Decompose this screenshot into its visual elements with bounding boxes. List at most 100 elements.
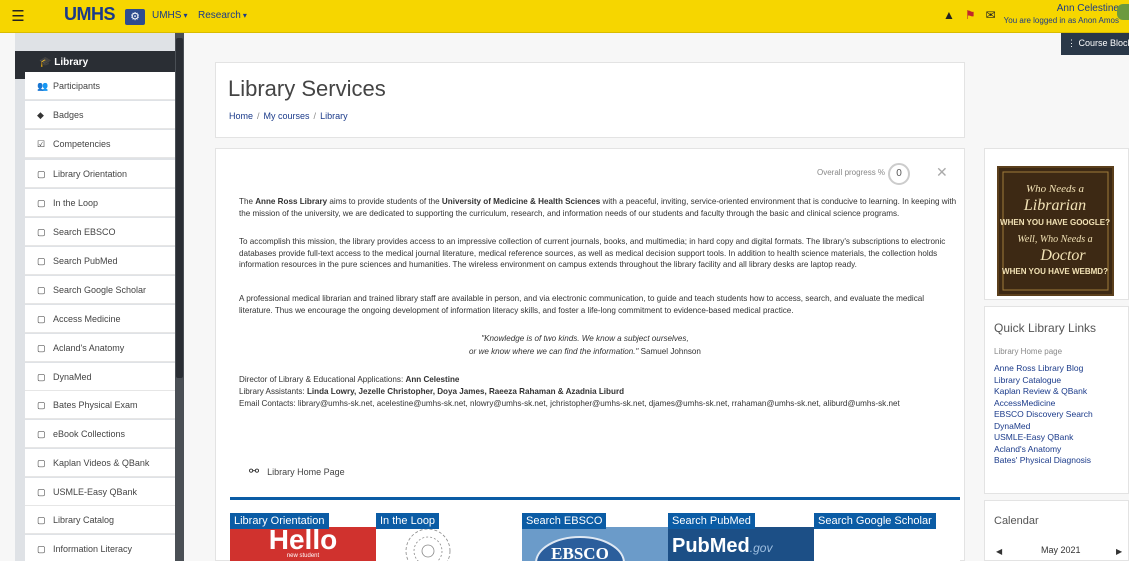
tile-label: Search EBSCO bbox=[522, 513, 607, 529]
umhs-menu[interactable]: UMHS ▾ bbox=[152, 10, 187, 21]
tile-search-pubmed[interactable]: PubMed.gov Search PubMed bbox=[668, 497, 814, 561]
settings-icon[interactable]: ⚙ bbox=[125, 9, 145, 25]
course-blocks-button[interactable]: ⋮ Course Blocks bbox=[1061, 33, 1129, 55]
folder-icon: ▢ bbox=[37, 343, 46, 353]
tile-art-google-scholar bbox=[814, 527, 960, 561]
quick-links-title: Quick Library Links bbox=[994, 321, 1097, 335]
librarian-poster: Who Needs a Librarian WHEN YOU HAVE GOOG… bbox=[997, 166, 1114, 296]
drawer-item-search-pubmed[interactable]: ▢ Search PubMed bbox=[25, 247, 175, 275]
svg-text:WHEN YOU HAVE GOOGLE?: WHEN YOU HAVE GOOGLE? bbox=[1000, 218, 1110, 227]
messages-icon[interactable]: ✉ bbox=[986, 8, 996, 22]
quick-link[interactable]: AccessMedicine bbox=[994, 398, 1055, 408]
checkbox-icon: ☑ bbox=[37, 139, 46, 149]
hamburger-icon[interactable]: ☰ bbox=[6, 7, 30, 27]
drawer-item-label: Participants bbox=[53, 81, 101, 91]
calendar-prev-icon[interactable]: ◀ bbox=[996, 547, 1002, 556]
page-title: Library Services bbox=[228, 76, 386, 101]
quote-line-2: or we know where we can find the informa… bbox=[469, 347, 701, 356]
drawer-item-ebook-collections[interactable]: ▢ eBook Collections bbox=[25, 420, 175, 448]
quick-link[interactable]: EBSCO Discovery Search bbox=[994, 409, 1093, 419]
tile-art-word-spiral bbox=[376, 527, 522, 561]
tile-art-hello: Hello new student bbox=[230, 526, 376, 561]
staff-paragraph: A professional medical librarian and tra… bbox=[239, 294, 925, 315]
quick-link[interactable]: USMLE-Easy QBank bbox=[994, 432, 1073, 442]
svg-text:WHEN YOU HAVE WEBMD?: WHEN YOU HAVE WEBMD? bbox=[1002, 267, 1108, 276]
folder-icon: ▢ bbox=[37, 487, 46, 497]
email-contacts: Email Contacts: library@umhs-sk.net, ace… bbox=[239, 399, 900, 408]
drawer-item-label: USMLE-Easy QBank bbox=[53, 487, 138, 497]
drawer-item-label: Search Google Scholar bbox=[53, 285, 147, 295]
tile-art-pubmed: PubMed.gov bbox=[668, 527, 814, 561]
quick-link[interactable]: Kaplan Review & QBank bbox=[994, 386, 1087, 396]
folder-icon: ▢ bbox=[37, 515, 46, 525]
drawer-item-bates-physical-exam[interactable]: ▢ Bates Physical Exam bbox=[25, 391, 175, 419]
drawer-item-in-the-loop[interactable]: ▢ In the Loop bbox=[25, 189, 175, 217]
drawer-item-library-catalog[interactable]: ▢ Library Catalog bbox=[25, 506, 175, 534]
drawer-item-acland-s-anatomy[interactable]: ▢ Acland's Anatomy bbox=[25, 334, 175, 362]
notification-bell-icon[interactable]: ▲ bbox=[943, 8, 955, 22]
svg-text:Doctor: Doctor bbox=[1039, 247, 1086, 264]
nav-icon-group: ▲ ⚑ ✉ bbox=[943, 8, 1006, 22]
drawer-item-library-orientation[interactable]: ▢ Library Orientation bbox=[25, 160, 175, 188]
quick-link[interactable]: Bates' Physical Diagnosis bbox=[994, 455, 1091, 465]
library-home-page-link[interactable]: ⚯ Library Home Page bbox=[249, 464, 345, 478]
quick-link[interactable]: Library Catalogue bbox=[994, 375, 1061, 385]
drawer-item-label: Kaplan Videos & QBank bbox=[53, 458, 150, 468]
library-home-page-quicklink[interactable]: Library Home page bbox=[994, 347, 1062, 356]
drawer-item-label: Search PubMed bbox=[53, 256, 118, 266]
breadcrumb-my-courses[interactable]: My courses bbox=[264, 111, 310, 121]
drawer-item-participants[interactable]: 👥 Participants bbox=[25, 72, 175, 100]
drawer-item-label: Library Catalog bbox=[53, 515, 115, 525]
folder-icon: ▢ bbox=[37, 429, 46, 439]
drawer-scroll-thumb[interactable] bbox=[176, 38, 183, 378]
drawer-item-information-literacy[interactable]: ▢ Information Literacy bbox=[25, 535, 175, 561]
research-menu[interactable]: Research ▾ bbox=[198, 10, 247, 21]
user-name-label: Ann Celestine bbox=[1056, 3, 1119, 14]
calendar-title: Calendar bbox=[994, 515, 1039, 527]
drawer-item-access-medicine[interactable]: ▢ Access Medicine bbox=[25, 305, 175, 333]
flag-icon[interactable]: ⚑ bbox=[965, 8, 976, 22]
drawer-item-badges[interactable]: ◆ Badges bbox=[25, 101, 175, 129]
site-logo[interactable]: UMHS bbox=[64, 4, 116, 25]
drawer-item-competencies[interactable]: ☑ Competencies bbox=[25, 130, 175, 158]
users-icon: 👥 bbox=[37, 81, 49, 91]
drawer-item-search-google-scholar[interactable]: ▢ Search Google Scholar bbox=[25, 276, 175, 304]
drawer-item-dynamed[interactable]: ▢ DynaMed bbox=[25, 363, 175, 391]
avatar[interactable] bbox=[1117, 4, 1129, 20]
folder-icon: ▢ bbox=[37, 256, 46, 266]
logged-in-as-label: You are logged in as Anon Amos bbox=[1003, 16, 1119, 25]
tile-art-ebsco: EBSCO bbox=[522, 527, 668, 561]
drawer-item-label: Information Literacy bbox=[53, 544, 133, 554]
drawer-item-label: Access Medicine bbox=[53, 314, 121, 324]
folder-icon: ▢ bbox=[37, 400, 46, 410]
tile-search-ebsco[interactable]: EBSCO Search EBSCO bbox=[522, 497, 668, 561]
intro-paragraph: The Anne Ross Library aims to provide st… bbox=[239, 197, 957, 218]
drawer-item-label: Search EBSCO bbox=[53, 227, 116, 237]
tile-label: Library Orientation bbox=[230, 513, 329, 529]
calendar-next-icon[interactable]: ▶ bbox=[1116, 547, 1122, 556]
breadcrumb-library[interactable]: Library bbox=[320, 111, 348, 121]
drawer-item-label: Acland's Anatomy bbox=[53, 343, 125, 353]
user-menu[interactable]: Ann Celestine You are logged in as Anon … bbox=[1004, 3, 1119, 27]
close-icon[interactable]: ✕ bbox=[936, 164, 948, 181]
grip-icon: ⋮ bbox=[1067, 38, 1079, 48]
tile-library-orientation[interactable]: Hello new student Library Orientation bbox=[230, 497, 376, 561]
quick-link[interactable]: Acland's Anatomy bbox=[994, 444, 1061, 454]
folder-icon: ▢ bbox=[37, 544, 46, 554]
folder-icon: ▢ bbox=[37, 458, 46, 468]
tile-search-google-scholar[interactable]: Search Google Scholar bbox=[814, 497, 960, 561]
folder-icon: ▢ bbox=[37, 285, 46, 295]
quick-link[interactable]: Anne Ross Library Blog bbox=[994, 363, 1083, 373]
tile-in-the-loop[interactable]: In the Loop bbox=[376, 497, 522, 561]
assistants-line: Library Assistants: Linda Lowry, Jezelle… bbox=[239, 387, 625, 396]
quick-link[interactable]: DynaMed bbox=[994, 421, 1030, 431]
drawer-item-usmle-easy-qbank[interactable]: ▢ USMLE-Easy QBank bbox=[25, 478, 175, 506]
drawer-item-search-ebsco[interactable]: ▢ Search EBSCO bbox=[25, 218, 175, 246]
progress-indicator: 0 bbox=[888, 163, 910, 185]
drawer-item-kaplan-videos-qbank[interactable]: ▢ Kaplan Videos & QBank bbox=[25, 449, 175, 477]
drawer-item-label: DynaMed bbox=[53, 372, 92, 382]
top-navbar: ☰ UMHS ⚙ UMHS ▾ Research ▾ ▲ ⚑ ✉ Ann Celesti… bbox=[0, 0, 1129, 33]
breadcrumb-home[interactable]: Home bbox=[229, 111, 253, 121]
drawer-item-label: Library Orientation bbox=[53, 169, 128, 179]
drawer-item-label: In the Loop bbox=[53, 198, 99, 208]
